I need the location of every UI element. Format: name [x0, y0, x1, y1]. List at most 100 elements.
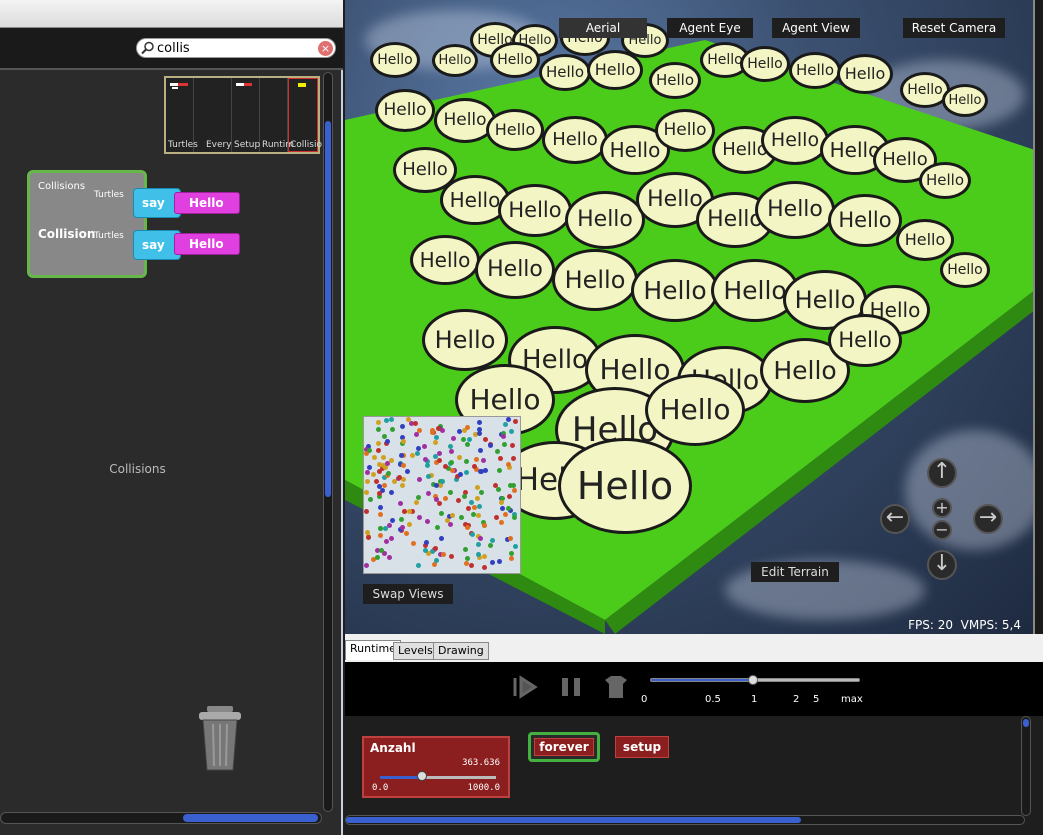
say-label: say [142, 196, 165, 210]
clear-icon[interactable]: × [318, 41, 333, 56]
edit-terrain-button[interactable]: Edit Terrain [751, 562, 839, 582]
minimap-agent-dot [476, 552, 481, 557]
minimap-agent-dot [377, 484, 382, 489]
speech-bubble: Hello [370, 42, 420, 78]
minimap-agent-dot [501, 434, 506, 439]
minimap-agent-dot [425, 463, 430, 468]
speech-bubble: Hello [655, 108, 715, 152]
pause-icon[interactable] [556, 672, 586, 702]
speech-bubble: Hello [565, 191, 645, 249]
minimap-agent-dot [378, 512, 383, 517]
anzahl-slider-widget[interactable]: Anzahl 363.636 0.0 1000.0 [362, 736, 510, 798]
anzahl-min: 0.0 [372, 783, 389, 793]
tab-row: Runtime Levels Drawing [345, 634, 1043, 662]
minimap-agent-dot [477, 431, 482, 436]
minimap-agent-dot [476, 513, 481, 518]
anzahl-track[interactable] [380, 776, 496, 779]
minimap-agent-dot [364, 490, 369, 495]
minimap-agent-dot [376, 420, 381, 425]
scroll-thumb[interactable] [325, 121, 331, 497]
anzahl-knob[interactable] [417, 771, 427, 781]
drawer-every[interactable]: Every [204, 78, 232, 152]
zoom-out-icon[interactable]: − [932, 520, 952, 540]
minimap-agent-dot [512, 488, 517, 493]
camera-left-icon[interactable]: ← [880, 504, 910, 534]
tab-levels[interactable]: Levels [393, 642, 438, 660]
hello-block[interactable]: Hello [174, 233, 240, 255]
minimap-agent-dot [464, 459, 469, 464]
zoom-in-icon[interactable]: + [932, 498, 952, 518]
speech-bubble: Hello [919, 161, 971, 199]
setup-button[interactable]: setup [615, 736, 669, 758]
minimap-agent-dot [379, 548, 384, 553]
scroll-thumb[interactable] [346, 817, 801, 823]
anzahl-value: 363.636 [462, 758, 500, 768]
view-aerial-button[interactable]: Aerial [559, 18, 647, 38]
minimap-agent-dot [475, 496, 480, 501]
forever-button[interactable]: forever [528, 732, 600, 762]
minimap-agent-dot [449, 449, 454, 454]
search-input[interactable] [157, 40, 317, 56]
scroll-thumb[interactable] [183, 814, 318, 822]
camera-up-icon[interactable]: ↑ [927, 458, 957, 488]
search-box[interactable]: × [136, 38, 336, 58]
minimap-agent-dot [416, 495, 421, 500]
minimap-agent-dot [499, 520, 504, 525]
minimap-agent-dot [482, 523, 487, 528]
right-horizontal-scrollbar[interactable] [345, 815, 1025, 825]
trash-icon[interactable] [195, 706, 245, 772]
minimap-agent-dot [478, 448, 483, 453]
view-agent-eye-button[interactable]: Agent Eye [667, 18, 753, 38]
swap-views-button[interactable]: Swap Views [363, 584, 453, 604]
minimap-agent-dot [493, 483, 498, 488]
minimap-agent-dot [385, 439, 390, 444]
minimap-agent-dot [389, 536, 394, 541]
speech-bubble: Hello [539, 53, 591, 91]
reset-camera-button[interactable]: Reset Camera [903, 18, 1005, 38]
minimap-agent-dot [364, 563, 369, 568]
drawer-runtime[interactable]: Runtim [260, 78, 294, 152]
minimap-agent-dot [457, 429, 462, 434]
hello-block[interactable]: Hello [174, 192, 240, 214]
minimap-agent-dot [439, 511, 444, 516]
minimap-agent-dot [378, 533, 383, 538]
fps-readout: FPS: 20 VMPS: 5,4 [908, 618, 1021, 632]
speed-slider-thumb[interactable] [748, 675, 758, 685]
drawer-collisions[interactable]: Collisio [288, 78, 322, 152]
drawer-setup[interactable]: Setup [232, 78, 260, 152]
minimap-agent-dot [497, 468, 502, 473]
minimap-agent-dot [440, 479, 445, 484]
minimap-agent-dot [509, 556, 514, 561]
3d-viewport[interactable]: Hello Hello Hello Hello Hello Hello Hello Hello… [345, 0, 1035, 634]
minimap-agent-dot [465, 442, 470, 447]
tab-drawing[interactable]: Drawing [433, 642, 489, 660]
speed-tick: 1 [751, 694, 758, 705]
anzahl-max: 1000.0 [467, 783, 500, 793]
view-agent-view-button[interactable]: Agent View [772, 18, 860, 38]
left-vertical-scrollbar[interactable] [323, 72, 333, 812]
drawer-turtles[interactable]: Turtles [166, 78, 198, 152]
minimap-agent-dot [414, 432, 419, 437]
step-icon[interactable] [511, 672, 541, 702]
right-vertical-scrollbar[interactable] [1021, 716, 1031, 816]
minimap[interactable] [363, 416, 521, 574]
minimap-agent-dot [434, 483, 439, 488]
minimap-agent-dot [513, 419, 518, 424]
scroll-thumb[interactable] [1023, 719, 1029, 727]
minimap-agent-dot [381, 455, 386, 460]
shirt-icon[interactable] [601, 672, 631, 702]
minimap-agent-dot [511, 456, 516, 461]
minimap-agent-dot [389, 417, 394, 422]
speech-bubble: Hello [475, 241, 555, 299]
minimap-agent-dot [449, 554, 454, 559]
minimap-agent-dot [443, 464, 448, 469]
camera-right-icon[interactable]: → [973, 504, 1003, 534]
minimap-agent-dot [437, 501, 442, 506]
minimap-agent-dot [365, 470, 370, 475]
speech-bubble: Hello [789, 51, 841, 89]
camera-down-icon[interactable]: ↓ [927, 550, 957, 580]
left-horizontal-scrollbar[interactable] [0, 812, 322, 824]
collision-block[interactable]: Collisions Turtles Collision Turtles [27, 170, 147, 278]
speech-bubble: Hello [542, 116, 608, 164]
minimap-agent-dot [509, 429, 514, 434]
